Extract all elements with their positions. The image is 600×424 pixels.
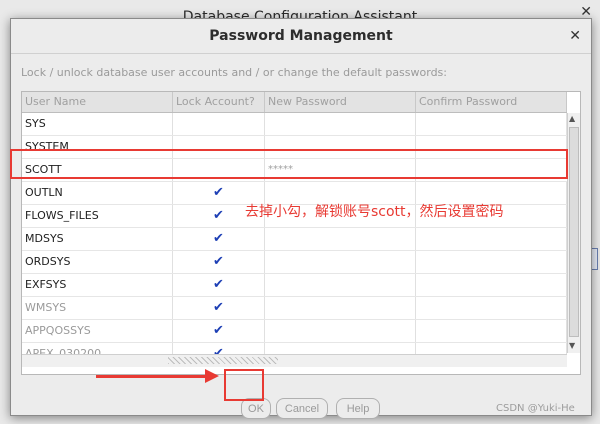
- check-icon: ✔: [213, 277, 224, 292]
- parent-window-title: Database Configuration Assistant: [182, 9, 418, 25]
- user-name-cell: FLOWS_FILES: [22, 205, 173, 227]
- lock-account-checkbox[interactable]: ✔: [173, 297, 265, 319]
- horizontal-scroll-grip[interactable]: [168, 357, 278, 364]
- lock-account-checkbox[interactable]: ✔: [173, 228, 265, 250]
- dialog-title: Password Management: [209, 28, 393, 44]
- table-body: SYSSYSTEMSCOTT ********** OUTLN ✔ FLOWS_FILE…: [22, 113, 567, 366]
- user-name-cell: APPQOSSYS: [22, 320, 173, 342]
- watermark: CSDN @Yuki-He: [496, 403, 575, 414]
- check-icon: ✔: [213, 231, 224, 246]
- dialog-titlebar: Password Management ✕: [11, 19, 591, 54]
- confirm-password-field[interactable]: [416, 113, 567, 135]
- table-row[interactable]: APPQOSSYS ✔: [22, 320, 567, 343]
- new-password-field[interactable]: [265, 228, 416, 250]
- lock-account-checkbox[interactable]: [173, 136, 265, 158]
- confirm-password-field[interactable]: [416, 136, 567, 158]
- check-icon: ✔: [213, 300, 224, 315]
- new-password-field[interactable]: [265, 251, 416, 273]
- lock-account-checkbox[interactable]: [173, 113, 265, 135]
- column-header-lock-account[interactable]: Lock Account?: [173, 92, 265, 112]
- accounts-table: User Name Lock Account? New Password Con…: [21, 91, 581, 375]
- column-header-new-password[interactable]: New Password: [265, 92, 416, 112]
- column-header-user-name[interactable]: User Name: [22, 92, 173, 112]
- confirm-password-field[interactable]: [416, 274, 567, 296]
- confirm-password-field[interactable]: [416, 297, 567, 319]
- check-icon: ✔: [213, 208, 224, 223]
- scroll-up-icon[interactable]: ▲: [569, 114, 575, 123]
- confirm-password-field[interactable]: [416, 228, 567, 250]
- table-row[interactable]: EXFSYS ✔: [22, 274, 567, 297]
- table-row[interactable]: SYS: [22, 113, 567, 136]
- new-password-field[interactable]: [265, 274, 416, 296]
- new-password-field[interactable]: *****: [265, 159, 416, 181]
- user-name-cell: OUTLN: [22, 182, 173, 204]
- user-name-cell: SYSTEM: [22, 136, 173, 158]
- vertical-scrollbar[interactable]: ▲ ▼: [567, 113, 580, 353]
- user-name-cell: EXFSYS: [22, 274, 173, 296]
- table-row[interactable]: SYSTEM: [22, 136, 567, 159]
- help-button[interactable]: Help: [336, 398, 380, 419]
- table-row[interactable]: WMSYS ✔: [22, 297, 567, 320]
- table-row[interactable]: ORDSYS ✔: [22, 251, 567, 274]
- instruction-text: Lock / unlock database user accounts and…: [21, 66, 447, 79]
- scroll-down-icon[interactable]: ▼: [569, 341, 575, 350]
- user-name-cell: SCOTT: [22, 159, 173, 181]
- table-row[interactable]: SCOTT **********: [22, 159, 567, 182]
- lock-account-checkbox[interactable]: [173, 159, 265, 181]
- column-header-confirm-password[interactable]: Confirm Password: [416, 92, 567, 112]
- new-password-field[interactable]: [265, 320, 416, 342]
- user-name-cell: ORDSYS: [22, 251, 173, 273]
- annotation-arrow: [96, 375, 208, 378]
- check-icon: ✔: [213, 323, 224, 338]
- table-header: User Name Lock Account? New Password Con…: [22, 92, 567, 113]
- confirm-password-field[interactable]: [416, 251, 567, 273]
- cancel-button[interactable]: Cancel: [276, 398, 328, 419]
- close-icon[interactable]: ✕: [569, 19, 581, 53]
- new-password-field[interactable]: [265, 297, 416, 319]
- ok-button[interactable]: OK: [241, 398, 271, 419]
- confirm-password-field[interactable]: [416, 320, 567, 342]
- annotation-text: 去掉小勾，解锁账号scott，然后设置密码: [245, 204, 504, 220]
- new-password-field[interactable]: [265, 113, 416, 135]
- check-icon: ✔: [213, 254, 224, 269]
- user-name-cell: WMSYS: [22, 297, 173, 319]
- annotation-arrow-head: [205, 369, 219, 383]
- lock-account-checkbox[interactable]: ✔: [173, 251, 265, 273]
- check-icon: ✔: [213, 185, 224, 200]
- new-password-field[interactable]: [265, 136, 416, 158]
- horizontal-scrollbar[interactable]: [22, 354, 567, 367]
- lock-account-checkbox[interactable]: ✔: [173, 274, 265, 296]
- confirm-password-field[interactable]: *****: [416, 159, 567, 181]
- table-row[interactable]: MDSYS ✔: [22, 228, 567, 251]
- vertical-scroll-thumb[interactable]: [569, 127, 579, 337]
- lock-account-checkbox[interactable]: ✔: [173, 320, 265, 342]
- user-name-cell: SYS: [22, 113, 173, 135]
- user-name-cell: MDSYS: [22, 228, 173, 250]
